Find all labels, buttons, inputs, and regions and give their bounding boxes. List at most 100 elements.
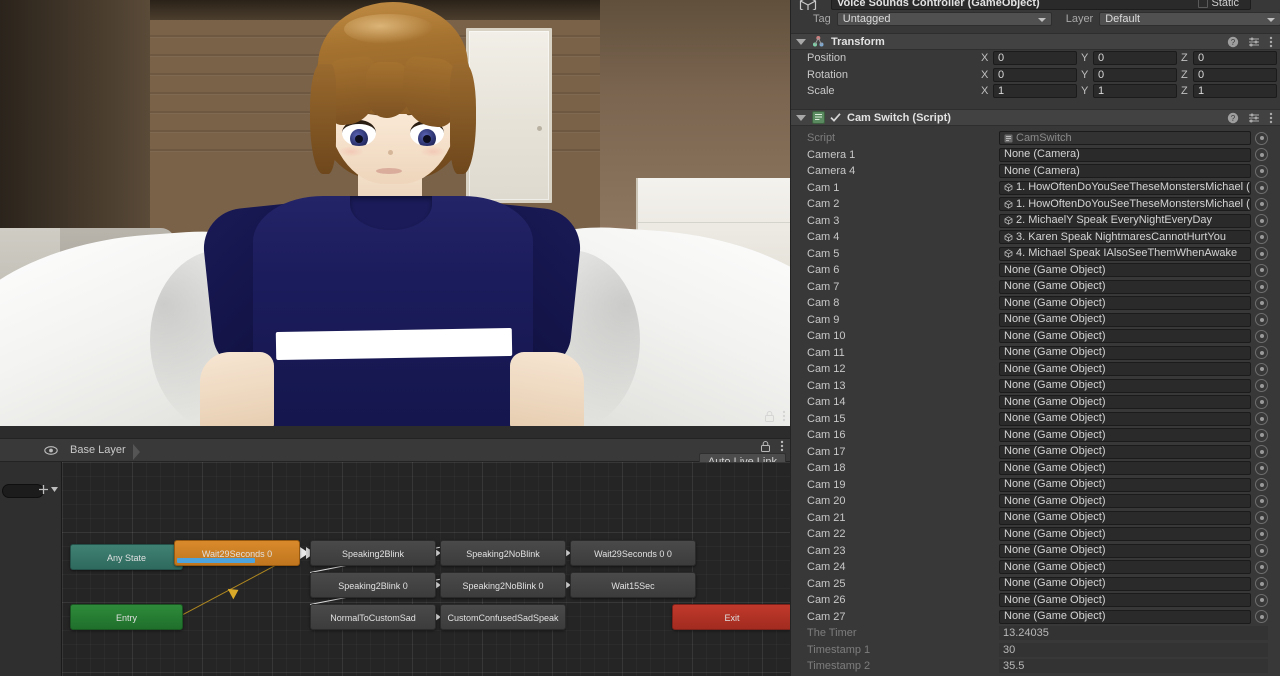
- animator-node-wait29-00[interactable]: Wait29Seconds 0 0: [570, 540, 696, 566]
- preset-icon[interactable]: [1248, 112, 1260, 124]
- object-reference-field[interactable]: None (Game Object): [999, 296, 1251, 311]
- animator-node-exit[interactable]: Exit: [672, 604, 790, 630]
- object-reference-field[interactable]: None (Game Object): [999, 494, 1251, 509]
- object-picker-icon[interactable]: [1255, 593, 1268, 607]
- static-checkbox-group[interactable]: Static: [1198, 0, 1239, 9]
- axis-input-z[interactable]: 1: [1193, 84, 1277, 99]
- object-reference-field[interactable]: None (Game Object): [999, 461, 1251, 476]
- object-reference-field[interactable]: None (Game Object): [999, 263, 1251, 278]
- object-reference-field[interactable]: None (Game Object): [999, 609, 1251, 624]
- object-picker-icon[interactable]: [1255, 610, 1268, 624]
- object-picker-icon[interactable]: [1255, 313, 1268, 327]
- object-picker-icon[interactable]: [1255, 527, 1268, 541]
- animator-node-speaking2noblink-0[interactable]: Speaking2NoBlink 0: [440, 572, 566, 598]
- add-layer-button[interactable]: [38, 484, 58, 495]
- object-picker-icon[interactable]: [1255, 296, 1268, 310]
- object-reference-field[interactable]: None (Game Object): [999, 576, 1251, 591]
- object-reference-field[interactable]: None (Game Object): [999, 477, 1251, 492]
- axis-input-x[interactable]: 1: [993, 84, 1077, 99]
- axis-input-x[interactable]: 0: [993, 67, 1077, 82]
- object-reference-field[interactable]: None (Game Object): [999, 411, 1251, 426]
- object-picker-icon[interactable]: [1255, 461, 1268, 475]
- object-reference-field[interactable]: None (Game Object): [999, 345, 1251, 360]
- camswitch-component-header[interactable]: Cam Switch (Script) ?: [791, 109, 1280, 126]
- animator-node-any-state[interactable]: Any State: [70, 544, 183, 570]
- transform-component-header[interactable]: Transform ?: [791, 33, 1280, 50]
- object-picker-icon[interactable]: [1255, 346, 1268, 360]
- lock-icon[interactable]: [765, 410, 774, 422]
- animator-node-speaking2blink-0[interactable]: Speaking2Blink 0: [310, 572, 436, 598]
- animator-node-wait15sec[interactable]: Wait15Sec: [570, 572, 696, 598]
- object-picker-icon[interactable]: [1255, 560, 1268, 574]
- object-reference-field[interactable]: 3. Karen Speak NightmaresCannotHurtYou: [999, 230, 1251, 245]
- axis-input-y[interactable]: 0: [1093, 67, 1177, 82]
- axis-input-y[interactable]: 1: [1093, 84, 1177, 99]
- object-reference-field[interactable]: None (Game Object): [999, 378, 1251, 393]
- object-picker-icon[interactable]: [1255, 412, 1268, 426]
- kebab-menu-icon[interactable]: [782, 410, 786, 422]
- object-picker-icon[interactable]: [1255, 263, 1268, 277]
- object-picker-icon[interactable]: [1255, 164, 1268, 178]
- breadcrumb-base-layer[interactable]: Base Layer: [66, 442, 140, 460]
- object-reference-field[interactable]: 2. MichaelY Speak EveryNightEveryDay: [999, 213, 1251, 228]
- foldout-arrow-icon[interactable]: [796, 114, 806, 121]
- object-picker-icon[interactable]: [1255, 214, 1268, 228]
- object-reference-field[interactable]: None (Game Object): [999, 362, 1251, 377]
- object-reference-field[interactable]: None (Game Object): [999, 444, 1251, 459]
- numeric-value-field[interactable]: 13.24035: [999, 626, 1268, 641]
- object-picker-icon[interactable]: [1255, 197, 1268, 211]
- object-reference-field[interactable]: None (Game Object): [999, 543, 1251, 558]
- object-picker-icon[interactable]: [1255, 131, 1268, 145]
- object-reference-field[interactable]: None (Game Object): [999, 593, 1251, 608]
- eye-icon[interactable]: [44, 445, 58, 455]
- kebab-menu-icon[interactable]: [780, 440, 784, 452]
- kebab-menu-icon[interactable]: [1269, 112, 1273, 124]
- object-reference-field[interactable]: None (Game Object): [999, 527, 1251, 542]
- animator-node-speaking2noblink[interactable]: Speaking2NoBlink: [440, 540, 566, 566]
- object-picker-icon[interactable]: [1255, 577, 1268, 591]
- object-reference-field[interactable]: None (Game Object): [999, 329, 1251, 344]
- axis-input-x[interactable]: 0: [993, 51, 1077, 66]
- object-picker-icon[interactable]: [1255, 511, 1268, 525]
- axis-input-y[interactable]: 0: [1093, 51, 1177, 66]
- preset-icon[interactable]: [1248, 36, 1260, 48]
- object-picker-icon[interactable]: [1255, 428, 1268, 442]
- object-reference-field[interactable]: None (Game Object): [999, 428, 1251, 443]
- numeric-value-field[interactable]: 30: [999, 642, 1268, 657]
- animator-node-customconfusedsadspeak[interactable]: CustomConfusedSadSpeak: [440, 604, 566, 630]
- object-picker-icon[interactable]: [1255, 362, 1268, 376]
- script-object-field[interactable]: CamSwitch: [999, 131, 1251, 146]
- object-reference-field[interactable]: None (Game Object): [999, 510, 1251, 525]
- game-scene-view[interactable]: [0, 0, 790, 426]
- object-reference-field[interactable]: None (Game Object): [999, 395, 1251, 410]
- axis-input-z[interactable]: 0: [1193, 51, 1277, 66]
- object-picker-icon[interactable]: [1255, 494, 1268, 508]
- object-reference-field[interactable]: None (Game Object): [999, 312, 1251, 327]
- object-picker-icon[interactable]: [1255, 395, 1268, 409]
- camswitch-enabled-checkbox[interactable]: [830, 112, 841, 123]
- tag-dropdown[interactable]: Untagged: [836, 11, 1052, 26]
- object-picker-icon[interactable]: [1255, 280, 1268, 294]
- object-reference-field[interactable]: None (Camera): [999, 147, 1251, 162]
- gameobject-name-field[interactable]: Voice Sounds Controller (GameObject): [831, 0, 1251, 10]
- object-picker-icon[interactable]: [1255, 181, 1268, 195]
- object-picker-icon[interactable]: [1255, 544, 1268, 558]
- static-checkbox[interactable]: [1198, 0, 1209, 8]
- kebab-menu-icon[interactable]: [1269, 36, 1273, 48]
- object-reference-field[interactable]: None (Camera): [999, 164, 1251, 179]
- object-reference-field[interactable]: 1. HowOftenDoYouSeeTheseMonstersMichael …: [999, 197, 1251, 212]
- object-picker-icon[interactable]: [1255, 478, 1268, 492]
- object-picker-icon[interactable]: [1255, 148, 1268, 162]
- animator-node-wait29-0[interactable]: Wait29Seconds 0: [174, 540, 300, 566]
- axis-input-z[interactable]: 0: [1193, 67, 1277, 82]
- animator-node-speaking2blink[interactable]: Speaking2Blink: [310, 540, 436, 566]
- object-reference-field[interactable]: None (Game Object): [999, 279, 1251, 294]
- layer-dropdown[interactable]: Default: [1099, 11, 1280, 26]
- animator-node-entry[interactable]: Entry: [70, 604, 183, 630]
- help-icon[interactable]: ?: [1227, 112, 1239, 124]
- numeric-value-field[interactable]: 35.5: [999, 659, 1268, 674]
- animator-state-graph[interactable]: Any State Entry Wait29Seconds 0 Speaking2Bl…: [62, 462, 790, 676]
- foldout-arrow-icon[interactable]: [796, 38, 806, 45]
- object-picker-icon[interactable]: [1255, 247, 1268, 261]
- object-picker-icon[interactable]: [1255, 379, 1268, 393]
